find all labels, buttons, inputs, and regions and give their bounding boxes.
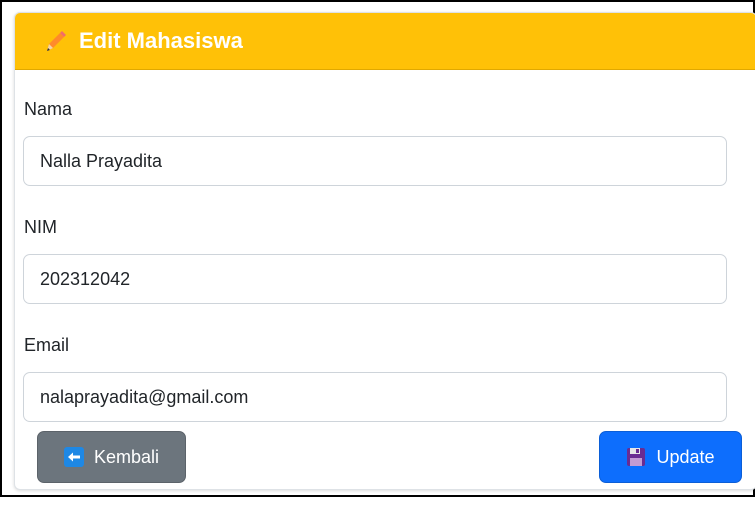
floppy-disk-icon <box>626 447 646 467</box>
back-button[interactable]: Kembali <box>37 431 186 483</box>
name-field[interactable]: Nalla Prayadita <box>23 136 727 186</box>
pencil-icon <box>39 25 71 57</box>
update-button-label: Update <box>656 446 715 467</box>
nim-field[interactable]: 202312042 <box>23 254 727 304</box>
email-label: Email <box>24 335 70 355</box>
back-button-label: Kembali <box>93 446 160 467</box>
nim-label: NIM <box>24 217 57 237</box>
arrow-left-icon <box>63 447 84 467</box>
update-button[interactable]: Update <box>599 431 742 483</box>
card-title: Edit Mahasiswa <box>79 28 243 53</box>
card-header: Edit Mahasiswa <box>15 13 755 70</box>
name-label: Nama <box>24 99 73 119</box>
email-field[interactable]: nalaprayadita@gmail.com <box>23 372 727 422</box>
